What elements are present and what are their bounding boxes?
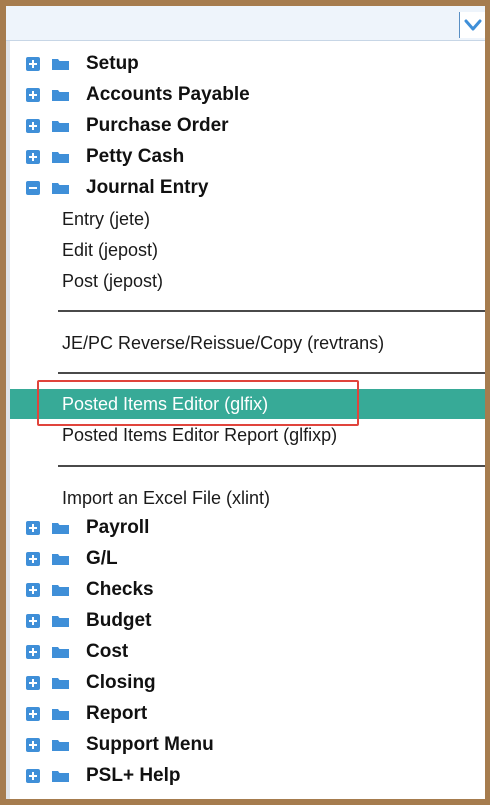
folder-support-menu[interactable]: Support Menu xyxy=(10,730,485,760)
menu-item-post[interactable]: Post (jepost) xyxy=(10,266,485,296)
folder-label: Support Menu xyxy=(86,734,214,755)
folder-icon xyxy=(52,709,69,720)
folder-icon xyxy=(52,771,69,782)
dropdown-button[interactable] xyxy=(459,12,485,38)
folder-icon xyxy=(52,90,69,101)
menu-divider xyxy=(58,465,485,467)
expand-icon[interactable] xyxy=(26,676,40,690)
folder-gl[interactable]: G/L xyxy=(10,544,485,574)
expand-icon[interactable] xyxy=(26,521,40,535)
folder-icon xyxy=(52,585,69,596)
expand-icon[interactable] xyxy=(26,552,40,566)
expand-icon[interactable] xyxy=(26,88,40,102)
folder-label: Cost xyxy=(86,641,129,662)
menu-search-bar[interactable] xyxy=(6,6,485,41)
folder-label: PSL+ Help xyxy=(86,765,181,786)
menu-item-edit[interactable]: Edit (jepost) xyxy=(10,235,485,265)
expand-icon[interactable] xyxy=(26,119,40,133)
menu-item-label: Edit (jepost) xyxy=(62,240,159,260)
folder-icon xyxy=(52,647,69,658)
folder-report[interactable]: Report xyxy=(10,699,485,729)
expand-icon[interactable] xyxy=(26,614,40,628)
folder-label: Purchase Order xyxy=(86,115,229,136)
folder-setup[interactable]: Setup xyxy=(10,49,485,79)
folder-label: Payroll xyxy=(86,517,150,538)
folder-icon xyxy=(52,740,69,751)
menu-divider xyxy=(58,310,485,312)
folder-icon xyxy=(52,152,69,163)
folder-icon xyxy=(52,616,69,627)
folder-checks[interactable]: Checks xyxy=(10,575,485,605)
expand-icon[interactable] xyxy=(26,645,40,659)
menu-item-label: Post (jepost) xyxy=(62,271,164,291)
folder-icon xyxy=(52,121,69,132)
expand-icon[interactable] xyxy=(26,150,40,164)
menu-item-import-excel[interactable]: Import an Excel File (xlint) xyxy=(10,483,485,513)
folder-closing[interactable]: Closing xyxy=(10,668,485,698)
folder-label: Journal Entry xyxy=(86,177,209,198)
folder-accounts-payable[interactable]: Accounts Payable xyxy=(10,80,485,110)
expand-icon[interactable] xyxy=(26,57,40,71)
folder-petty-cash[interactable]: Petty Cash xyxy=(10,142,485,172)
folder-cost[interactable]: Cost xyxy=(10,637,485,667)
folder-payroll[interactable]: Payroll xyxy=(10,513,485,543)
menu-divider xyxy=(58,372,485,374)
collapse-icon[interactable] xyxy=(26,181,40,195)
folder-label: Accounts Payable xyxy=(86,84,250,105)
folder-label: Budget xyxy=(86,610,152,631)
folder-budget[interactable]: Budget xyxy=(10,606,485,636)
chevron-down-icon xyxy=(464,19,482,31)
expand-icon[interactable] xyxy=(26,738,40,752)
menu-item-label: Import an Excel File (xlint) xyxy=(62,488,271,508)
folder-label: G/L xyxy=(86,548,118,569)
folder-icon xyxy=(52,678,69,689)
folder-label: Setup xyxy=(86,53,139,74)
folder-label: Petty Cash xyxy=(86,146,185,167)
folder-icon xyxy=(52,59,69,70)
folder-label: Checks xyxy=(86,579,154,600)
expand-icon[interactable] xyxy=(26,707,40,721)
menu-item-entry[interactable]: Entry (jete) xyxy=(10,204,485,234)
expand-icon[interactable] xyxy=(26,769,40,783)
menu-item-label: Posted Items Editor Report (glfixp) xyxy=(62,425,338,445)
menu-item-reverse-reissue-copy[interactable]: JE/PC Reverse/Reissue/Copy (revtrans) xyxy=(10,328,485,358)
folder-icon xyxy=(52,554,69,565)
folder-psl-help[interactable]: PSL+ Help xyxy=(10,761,485,791)
folder-icon xyxy=(52,523,69,534)
folder-icon xyxy=(52,183,69,194)
folder-label: Closing xyxy=(86,672,156,693)
folder-label: Report xyxy=(86,703,148,724)
menu-item-label: Entry (jete) xyxy=(62,209,151,229)
folder-journal-entry[interactable]: Journal Entry xyxy=(10,173,485,203)
menu-item-label: JE/PC Reverse/Reissue/Copy (revtrans) xyxy=(62,333,385,353)
folder-purchase-order[interactable]: Purchase Order xyxy=(10,111,485,141)
expand-icon[interactable] xyxy=(26,583,40,597)
menu-item-posted-items-editor-report[interactable]: Posted Items Editor Report (glfixp) xyxy=(10,420,485,450)
